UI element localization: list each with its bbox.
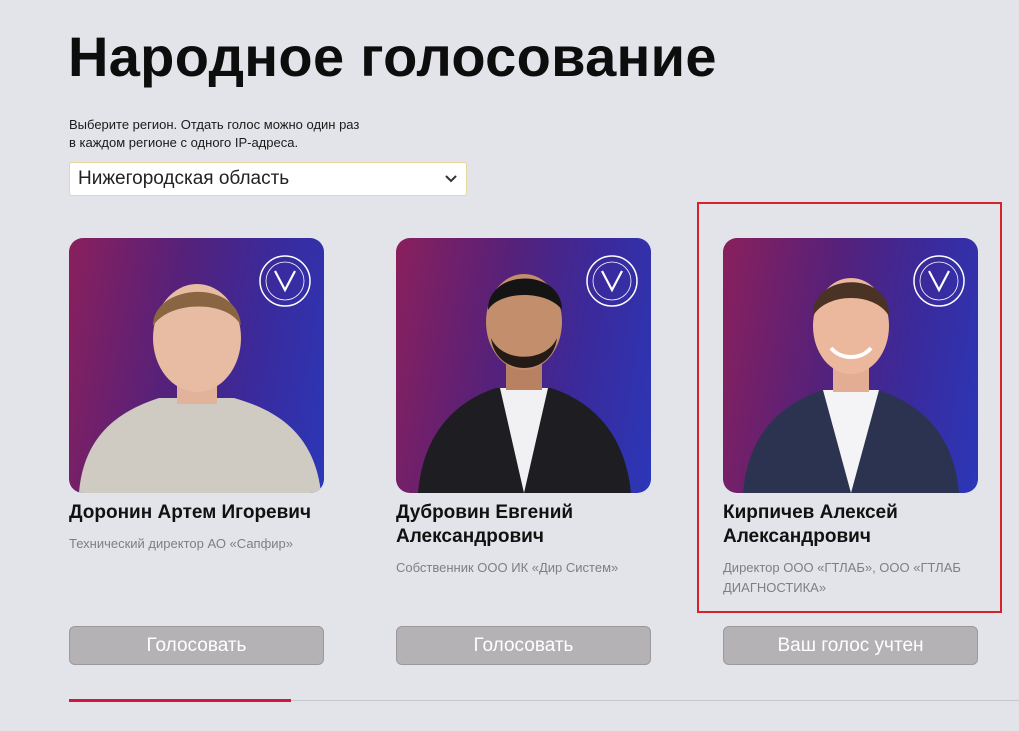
candidate-role: Собственник ООО ИК «Дир Систем» [396, 560, 619, 575]
region-select-value: Нижегородская область [78, 168, 290, 189]
selected-candidate-highlight [697, 202, 1002, 613]
region-hint: Выберите регион. Отдать голос можно один… [69, 117, 360, 150]
candidate-card: Доронин Артем Игоревич Технический дирек… [69, 238, 324, 554]
candidate-name: Дубровин Евгений Александрович [396, 502, 574, 547]
vote-button[interactable]: Голосовать [69, 626, 324, 665]
candidate-card: Дубровин Евгений Александрович Собственн… [396, 238, 651, 578]
candidate-photo [396, 238, 651, 493]
chevron-down-icon [444, 172, 458, 186]
region-select[interactable]: Нижегородская область [69, 162, 467, 196]
progress-indicator [69, 699, 291, 702]
page-title: Народное голосование [68, 25, 717, 88]
candidate-role: Технический директор АО «Сапфир» [69, 536, 294, 551]
award-seal-icon [259, 255, 311, 307]
candidate-name: Доронин Артем Игоревич [69, 502, 312, 523]
vote-button[interactable]: Голосовать [396, 626, 651, 665]
vote-recorded-button[interactable]: Ваш голос учтен [723, 626, 978, 665]
award-seal-icon [586, 255, 638, 307]
candidate-photo [69, 238, 324, 493]
